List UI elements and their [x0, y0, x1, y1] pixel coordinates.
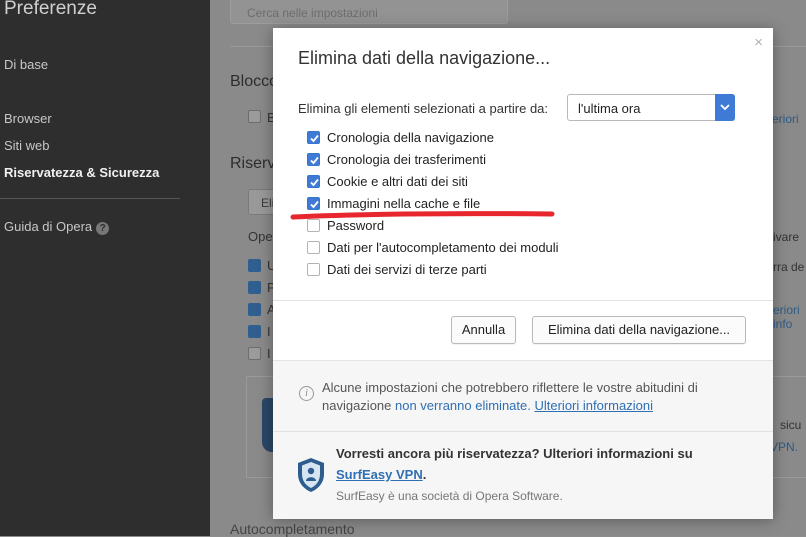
- checkbox-checked[interactable]: [307, 175, 320, 188]
- bg-link-fragment[interactable]: VPN.: [770, 440, 798, 454]
- time-range-label: Elimina gli elementi selezionati a parti…: [298, 101, 549, 116]
- surfeasy-vpn-link[interactable]: SurfEasy VPN: [336, 467, 423, 482]
- bg-text-fragment: Ope: [248, 229, 273, 244]
- close-icon[interactable]: ×: [754, 34, 763, 51]
- cancel-button[interactable]: Annulla: [451, 316, 516, 344]
- clear-browsing-data-dialog: Elimina dati della navigazione... × Elim…: [273, 28, 773, 519]
- bg-text-fragment: I: [267, 324, 271, 339]
- bg-checkbox[interactable]: [248, 281, 261, 294]
- section-heading-block: Blocco: [230, 73, 279, 90]
- option-label: Password: [327, 218, 385, 233]
- info-icon: i: [299, 386, 314, 401]
- bg-text-fragment: I: [267, 346, 271, 361]
- sidebar-item-browser[interactable]: Browser: [4, 111, 52, 126]
- settings-sidebar: Preferenze Di base Browser Siti web Rise…: [0, 0, 240, 536]
- bg-checkbox[interactable]: [248, 303, 261, 316]
- vpn-promo-line: SurfEasy VPN.: [336, 467, 426, 482]
- dialog-title: Elimina dati della navigazione...: [298, 48, 551, 68]
- bg-text-fragment: ivare: [773, 230, 800, 244]
- option-label: Dati per l'autocompletamento dei moduli: [327, 240, 559, 255]
- sidebar-item-label: Guida di Opera: [4, 219, 93, 234]
- sidebar-divider: [0, 198, 180, 199]
- vpn-promo-title: Vorresti ancora più riservatezza? Ulteri…: [336, 446, 693, 461]
- sidebar-item-websites[interactable]: Siti web: [4, 138, 50, 153]
- info-text: Alcune impostazioni che potrebbero rifle…: [322, 379, 742, 415]
- bg-checkbox[interactable]: [248, 110, 261, 123]
- vpn-shield-icon: [298, 458, 324, 492]
- sidebar-item-basic[interactable]: Di base: [4, 57, 48, 72]
- checkbox-unchecked[interactable]: [307, 241, 320, 254]
- dialog-divider: [273, 300, 773, 301]
- clear-browsing-data-button[interactable]: Elimina dati della navigazione...: [532, 316, 746, 344]
- info-text-highlight: non verranno eliminate.: [395, 398, 531, 413]
- bg-checkbox[interactable]: [248, 259, 261, 272]
- section-heading-autocomplete: Autocompletamento: [230, 521, 355, 537]
- time-range-row: Elimina gli elementi selezionati a parti…: [298, 94, 738, 122]
- footer-divider: [273, 431, 773, 432]
- sidebar-item-opera-help[interactable]: Guida di Opera?: [4, 219, 110, 235]
- vpn-period: .: [422, 467, 427, 482]
- vpn-promo-subtitle: SurfEasy è una società di Opera Software…: [336, 489, 563, 503]
- checkbox-unchecked[interactable]: [307, 263, 320, 276]
- bg-link-fragment[interactable]: eriori: [772, 112, 799, 126]
- help-icon: ?: [96, 222, 110, 235]
- checkbox-checked[interactable]: [307, 131, 320, 144]
- settings-title: Preferenze: [4, 0, 97, 19]
- checkbox-checked[interactable]: [307, 153, 320, 166]
- option-label: Cronologia della navigazione: [327, 130, 494, 145]
- learn-more-link[interactable]: Ulteriori informazioni: [534, 398, 652, 413]
- time-range-select[interactable]: l'ultima ora: [567, 94, 735, 121]
- bg-checkbox[interactable]: [248, 347, 261, 360]
- bg-checkbox[interactable]: [248, 325, 261, 338]
- sidebar-item-privacy-security[interactable]: Riservatezza & Sicurezza: [4, 165, 159, 180]
- dialog-footer: i Alcune impostazioni che potrebbero rif…: [273, 360, 773, 519]
- bg-text-fragment: rra de: [773, 260, 805, 274]
- checkbox-unchecked[interactable]: [307, 219, 320, 232]
- bg-link-fragment[interactable]: eriori info: [773, 303, 806, 331]
- option-label: Cronologia dei trasferimenti: [327, 152, 486, 167]
- settings-search-input[interactable]: Cerca nelle impostazioni: [230, 0, 508, 24]
- bg-text-fragment: sicu: [780, 418, 802, 432]
- option-label: Cookie e altri dati dei siti: [327, 174, 468, 189]
- time-range-value: l'ultima ora: [578, 101, 641, 116]
- chevron-down-icon[interactable]: [715, 94, 735, 121]
- option-label: Dati dei servizi di terze parti: [327, 262, 487, 277]
